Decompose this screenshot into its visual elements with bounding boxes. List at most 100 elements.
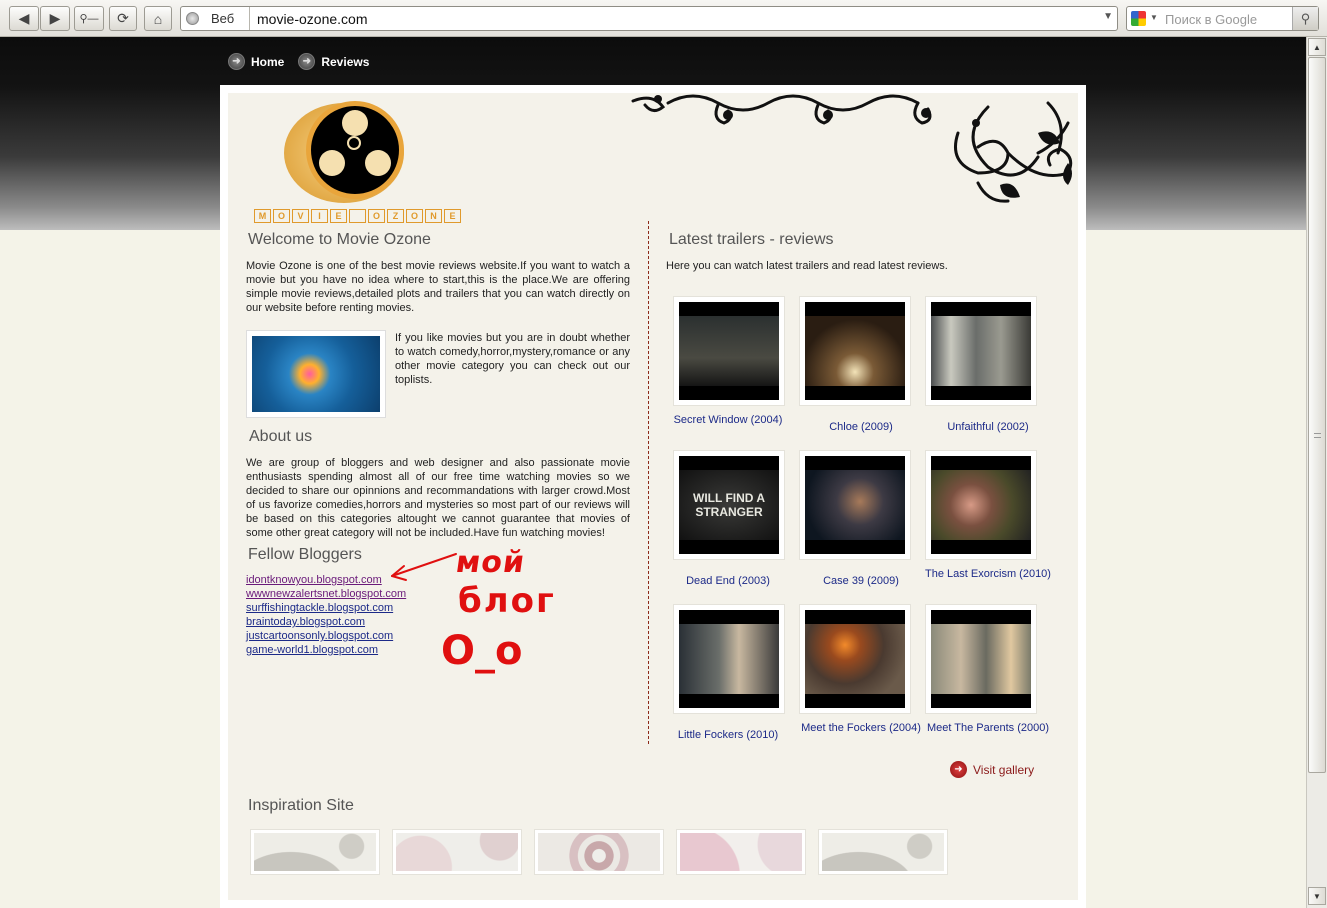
reel-hub <box>347 136 361 150</box>
bloggers-heading: Fellow Bloggers <box>248 546 362 563</box>
trailer-thumb[interactable] <box>673 296 785 406</box>
welcome-text: Movie Ozone is one of the best movie rev… <box>246 260 630 314</box>
nav-reviews[interactable]: ➜ Reviews <box>298 53 369 70</box>
promo-image <box>246 330 386 418</box>
inspiration-thumb[interactable] <box>534 829 664 875</box>
google-search-box[interactable]: ▼ Поиск в Google ⚲ <box>1126 6 1319 31</box>
trailer-image: WILL FIND A STRANGER <box>679 456 779 554</box>
nav-reviews-label[interactable]: Reviews <box>321 55 369 69</box>
reel-hole <box>319 150 345 176</box>
trailer-image <box>805 302 905 400</box>
inspiration-heading: Inspiration Site <box>248 797 354 814</box>
trailer-thumb[interactable] <box>799 296 911 406</box>
inspiration-thumb[interactable] <box>250 829 380 875</box>
blogger-link[interactable]: justcartoonsonly.blogspot.com <box>246 630 393 642</box>
trailer-thumb[interactable] <box>925 450 1037 560</box>
scroll-thumb[interactable] <box>1308 57 1326 773</box>
logo-letter: V <box>292 209 309 223</box>
logo-letter: O <box>406 209 423 223</box>
trailer-caption[interactable]: Meet the Fockers (2004) <box>796 721 926 735</box>
blogger-link[interactable]: braintoday.blogspot.com <box>246 616 365 628</box>
visit-gallery-link[interactable]: ➜ Visit gallery <box>950 761 1034 778</box>
trailer-caption[interactable]: Unfaithful (2002) <box>923 420 1053 434</box>
list-item: idontknowyou.blogspot.com <box>246 573 406 587</box>
forward-arrow-icon: ▶ <box>49 10 61 26</box>
trailer-image <box>679 302 779 400</box>
trailer-thumb[interactable] <box>799 450 911 560</box>
logo-letter: M <box>254 209 271 223</box>
annotation-line-1: мой <box>453 545 528 580</box>
engine-dropdown-icon[interactable]: ▼ <box>1150 13 1158 22</box>
key-icon: ⚲— <box>79 13 99 25</box>
trailer-thumb[interactable] <box>925 296 1037 406</box>
trailers-heading: Latest trailers - reviews <box>669 231 834 248</box>
visit-gallery-label[interactable]: Visit gallery <box>973 763 1034 777</box>
web-page: ➜ Home ➜ Reviews M O V I E O Z O N E Wel… <box>0 37 1306 908</box>
search-engine-label[interactable]: Веб <box>211 11 234 26</box>
globe-icon <box>186 12 199 25</box>
trailer-thumb[interactable] <box>925 604 1037 714</box>
google-icon[interactable] <box>1131 11 1146 26</box>
trailer-thumb[interactable] <box>673 604 785 714</box>
inspiration-image <box>254 833 376 871</box>
url-input[interactable]: movie-ozone.com <box>257 11 368 27</box>
content-panel: M O V I E O Z O N E Welcome to Movie Ozo… <box>228 93 1078 900</box>
forward-button[interactable]: ▶ <box>40 6 70 31</box>
blogger-link[interactable]: surffishingtackle.blogspot.com <box>246 602 393 614</box>
inspiration-thumb[interactable] <box>676 829 806 875</box>
list-item: surffishingtackle.blogspot.com <box>246 601 406 615</box>
trailer-image <box>931 456 1031 554</box>
vertical-scrollbar[interactable]: ▲ ▼ <box>1306 37 1327 908</box>
address-bar[interactable]: Веб movie-ozone.com ▼ <box>180 6 1118 31</box>
reel-hole <box>342 110 368 136</box>
content-sheet: M O V I E O Z O N E Welcome to Movie Ozo… <box>220 85 1086 908</box>
trailer-image <box>805 610 905 708</box>
annotation-arrow-icon <box>391 553 457 581</box>
trailer-caption[interactable]: Chloe (2009) <box>796 420 926 434</box>
trailers-intro: Here you can watch latest trailers and r… <box>666 260 948 272</box>
trailer-caption[interactable]: Dead End (2003) <box>663 574 793 588</box>
inspiration-image <box>680 833 802 871</box>
trailer-thumb[interactable]: WILL FIND A STRANGER <box>673 450 785 560</box>
home-button[interactable]: ⌂ <box>144 6 172 31</box>
scroll-up-icon[interactable]: ▲ <box>1308 38 1326 56</box>
inspiration-image <box>822 833 944 871</box>
site-logo[interactable]: M O V I E O Z O N E <box>254 97 461 225</box>
inspiration-image <box>538 833 660 871</box>
logo-letter: N <box>425 209 442 223</box>
scroll-down-icon[interactable]: ▼ <box>1308 887 1326 905</box>
trailer-image <box>931 610 1031 708</box>
trailer-caption[interactable]: Secret Window (2004) <box>663 413 793 427</box>
annotation-line-3: O_o <box>441 628 523 674</box>
search-input[interactable]: Поиск в Google <box>1165 12 1257 27</box>
logo-letter: Z <box>387 209 404 223</box>
welcome-side-text: If you like movies but you are in doubt … <box>395 332 630 386</box>
list-item: braintoday.blogspot.com <box>246 615 406 629</box>
trailer-overlay-text: WILL FIND A STRANGER <box>679 470 779 540</box>
trailer-image <box>805 456 905 554</box>
dropdown-arrow-icon[interactable]: ▼ <box>1103 11 1113 22</box>
trailer-thumb[interactable] <box>799 604 911 714</box>
trailer-caption[interactable]: The Last Exorcism (2010) <box>923 567 1053 581</box>
blogger-link[interactable]: game-world1.blogspot.com <box>246 644 378 656</box>
trailer-caption[interactable]: Meet The Parents (2000) <box>923 721 1053 735</box>
blogger-link[interactable]: wwwnewzalertsnet.blogspot.com <box>246 588 406 600</box>
film-reel-icon <box>306 101 404 199</box>
trailer-caption[interactable]: Little Fockers (2010) <box>663 728 793 742</box>
nav-home[interactable]: ➜ Home <box>228 53 284 70</box>
bloggers-list: idontknowyou.blogspot.com wwwnewzalertsn… <box>246 573 406 657</box>
logo-letter: O <box>273 209 290 223</box>
reload-button[interactable]: ⟳ <box>109 6 137 31</box>
logo-letter: E <box>444 209 461 223</box>
browser-toolbar: ◀ ▶ ⚲— ⟳ ⌂ Веб movie-ozone.com ▼ ▼ Поиск… <box>0 0 1327 37</box>
back-button[interactable]: ◀ <box>9 6 39 31</box>
inspiration-thumb[interactable] <box>818 829 948 875</box>
search-icon[interactable]: ⚲ <box>1292 7 1318 30</box>
nav-home-label[interactable]: Home <box>251 55 284 69</box>
trailer-caption[interactable]: Case 39 (2009) <box>796 574 926 588</box>
arrow-circle-icon: ➜ <box>298 53 316 70</box>
password-key-button[interactable]: ⚲— <box>74 6 104 31</box>
blogger-link[interactable]: idontknowyou.blogspot.com <box>246 574 382 586</box>
inspiration-thumb[interactable] <box>392 829 522 875</box>
main-nav: ➜ Home ➜ Reviews <box>228 53 369 70</box>
